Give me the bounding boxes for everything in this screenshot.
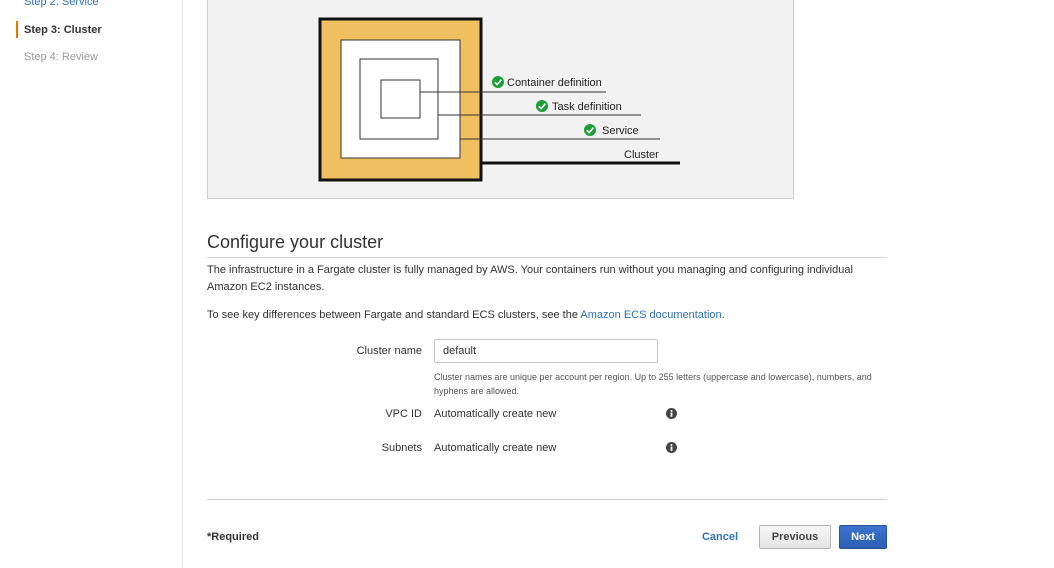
footer-divider [207, 499, 887, 500]
active-step-marker [16, 21, 18, 38]
info-icon[interactable] [666, 442, 677, 453]
ecs-objects-diagram: Container definition Task definition Ser… [207, 0, 794, 199]
wizard-sidebar: Step 2: Service Step 3: Cluster Step 4: … [0, 0, 183, 568]
fargate-description: The infrastructure in a Fargate cluster … [207, 264, 853, 293]
subnets-value: Automatically create new [434, 442, 557, 454]
task-definition-label: Task definition [552, 101, 622, 113]
subnets-label: Subnets [381, 442, 422, 454]
vpc-id-label: VPC ID [385, 408, 422, 420]
container-box [380, 79, 421, 119]
page-title: Configure your cluster [207, 232, 384, 252]
service-label: Service [602, 125, 639, 137]
documentation-note-suffix: . [721, 309, 725, 321]
info-icon[interactable] [666, 408, 677, 419]
cluster-name-help: Cluster names are unique per account per… [434, 372, 872, 396]
cluster-name-label: Cluster name [356, 345, 422, 357]
required-note: *Required [207, 531, 259, 543]
cluster-label: Cluster [624, 149, 659, 161]
documentation-note: To see key differences between Fargate a… [207, 307, 887, 324]
documentation-note-prefix: To see key differences between Fargate a… [207, 309, 581, 321]
previous-button[interactable]: Previous [759, 525, 831, 549]
sidebar-step-review: Step 4: Review [24, 51, 98, 63]
check-circle-icon [492, 76, 504, 88]
sidebar-step-service[interactable]: Step 2: Service [24, 0, 99, 9]
next-button[interactable]: Next [839, 525, 887, 549]
ecs-documentation-link[interactable]: Amazon ECS documentation [580, 309, 721, 321]
check-circle-icon [536, 100, 548, 112]
container-definition-label: Container definition [507, 77, 602, 89]
sidebar-step-cluster: Step 3: Cluster [24, 24, 102, 36]
cluster-name-input[interactable]: default [434, 339, 658, 363]
diagram-canvas: Container definition Task definition Ser… [318, 17, 680, 182]
heading-divider [207, 257, 887, 258]
vpc-id-value: Automatically create new [434, 408, 557, 420]
check-circle-icon [584, 124, 596, 136]
cancel-button[interactable]: Cancel [694, 525, 746, 549]
